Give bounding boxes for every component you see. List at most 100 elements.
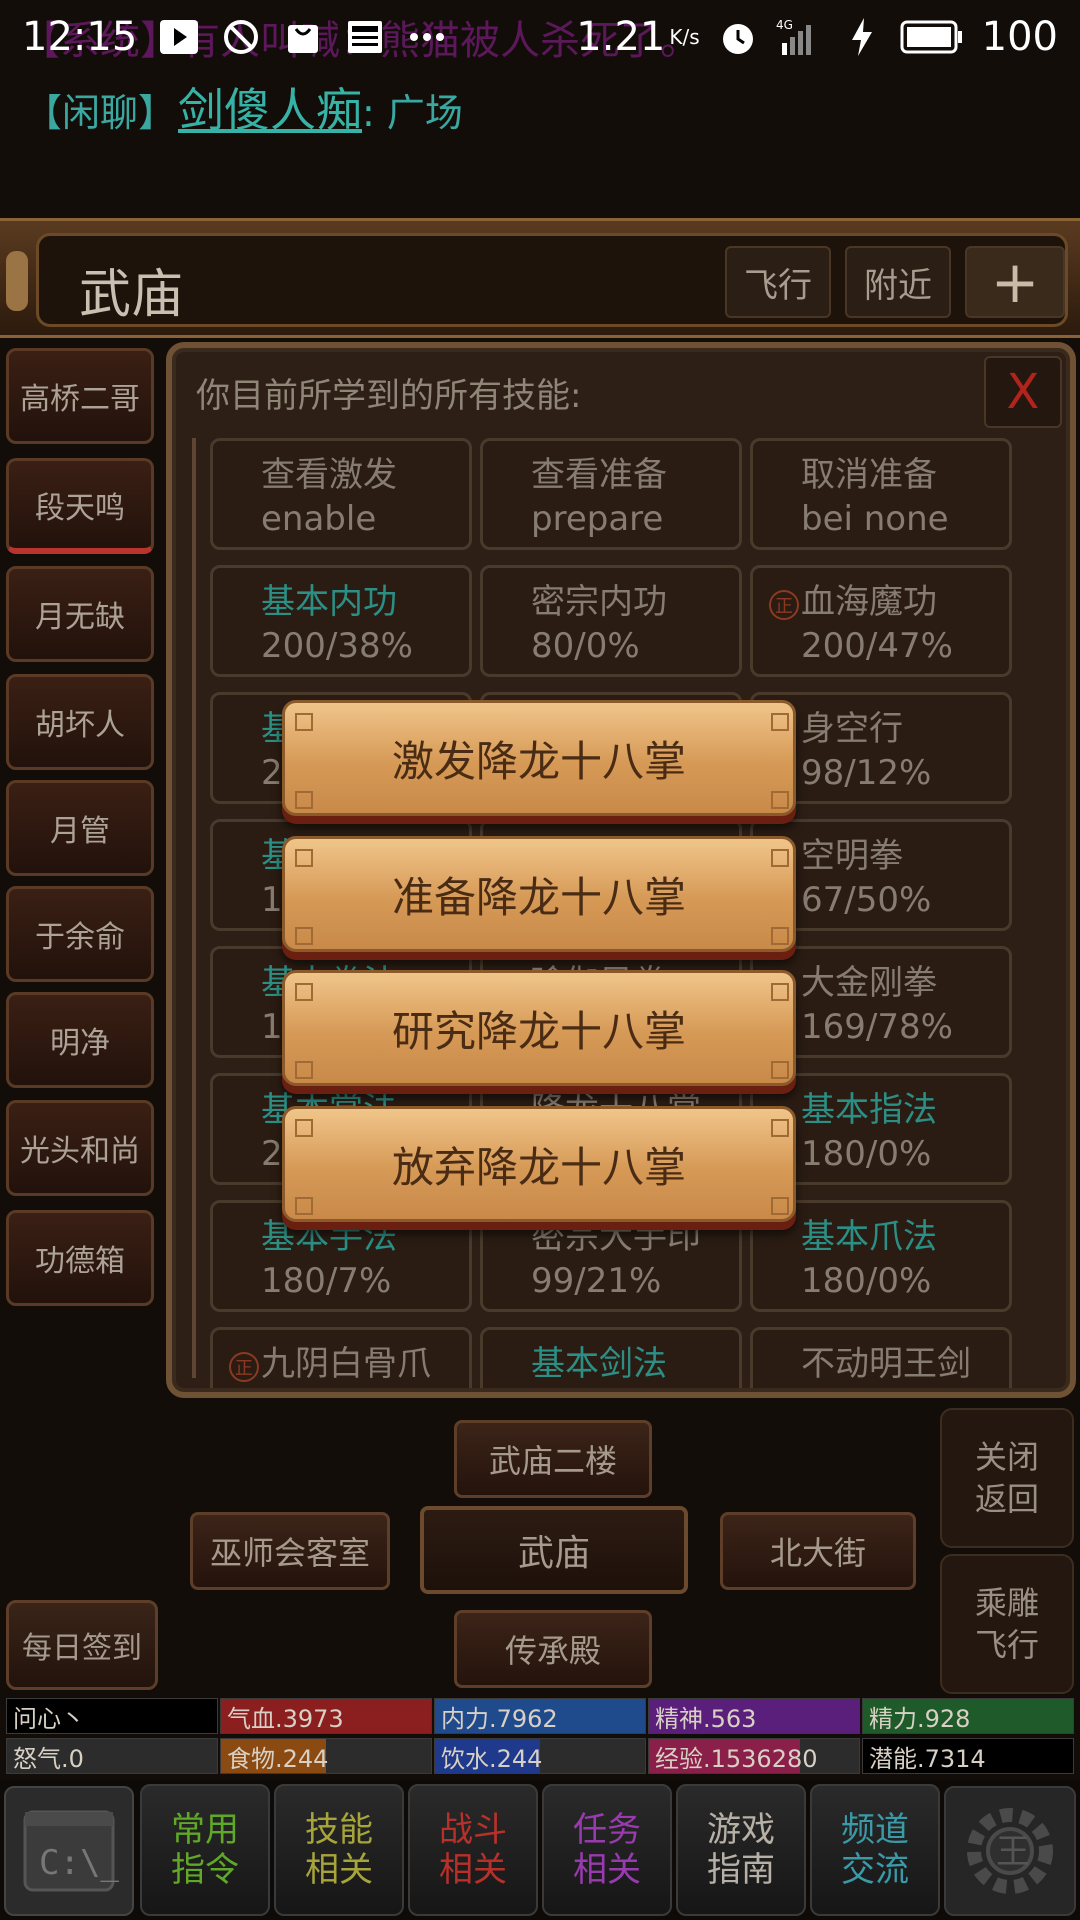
corner-ornament — [771, 791, 789, 809]
stat-bar: 经验.1536280 — [648, 1738, 860, 1774]
stat-bar: 食物.244 — [220, 1738, 432, 1774]
skill-name: 大金刚拳 — [801, 963, 937, 1003]
corner-ornament — [771, 983, 789, 1001]
skill-command-cell[interactable]: 查看准备 prepare — [480, 438, 742, 550]
terminal-icon[interactable]: C:\_ — [4, 1786, 134, 1916]
skill-cell[interactable]: 基本剑法 — [480, 1327, 742, 1388]
skill-name: 密宗内功 — [531, 582, 667, 622]
skill-action-button[interactable]: 准备降龙十八掌 — [282, 836, 796, 952]
news-icon — [345, 17, 385, 57]
skill-level: 180/7% — [261, 1261, 392, 1301]
npc-button[interactable]: 明净 — [6, 992, 154, 1088]
block-icon — [221, 17, 261, 57]
settings-gear-icon[interactable]: 王 — [944, 1786, 1076, 1916]
ride-fly-button[interactable]: 乘雕 飞行 — [940, 1554, 1074, 1694]
stat-label: 饮水.244 — [441, 1744, 543, 1773]
skill-action-label: 激发降龙十八掌 — [391, 736, 686, 786]
exit-east-button[interactable]: 北大街 — [720, 1512, 916, 1590]
chat-player-link[interactable]: 剑傻人痴 — [178, 74, 362, 140]
add-button[interactable]: + — [965, 246, 1065, 318]
corner-ornament — [295, 1119, 313, 1137]
skill-action-button[interactable]: 研究降龙十八掌 — [282, 970, 796, 1086]
skill-cell[interactable]: 正九阴白骨爪 — [210, 1327, 472, 1388]
npc-button[interactable]: 光头和尚 — [6, 1100, 154, 1196]
daily-sign-button[interactable]: 每日签到 — [6, 1600, 158, 1690]
scroll-indicator — [192, 438, 196, 1378]
close-return-button[interactable]: 关闭 返回 — [940, 1408, 1074, 1548]
close-button[interactable]: X — [984, 356, 1062, 428]
skill-name: 查看激发 — [261, 455, 397, 495]
stat-label: 食物.244 — [227, 1744, 329, 1773]
menu-tab[interactable]: 技能 相关 — [274, 1784, 404, 1916]
menu-tab[interactable]: 常用 指令 — [140, 1784, 270, 1916]
skill-name: 不动明王剑 — [801, 1344, 971, 1384]
stat-label: 内力.7962 — [441, 1704, 558, 1733]
svg-text:王: 王 — [996, 1832, 1030, 1872]
skill-name: 九阴白骨爪 — [261, 1344, 431, 1384]
skill-cell[interactable]: 正血海魔功 200/47% — [750, 565, 1012, 677]
signal-icon: 4G — [776, 17, 824, 57]
skill-level: 99/21% — [531, 1261, 662, 1301]
chat-line: 【闲聊】 剑傻人痴 : 广场 — [24, 74, 463, 140]
menu-tab[interactable]: 游戏 指南 — [676, 1784, 806, 1916]
npc-button[interactable]: 段天鸣 — [6, 458, 154, 554]
menu-tab[interactable]: 任务 相关 — [542, 1784, 672, 1916]
skill-command: bei none — [801, 499, 949, 539]
corner-ornament — [295, 927, 313, 945]
zheng-badge-icon: 正 — [769, 590, 799, 620]
stat-bar: 精神.563 — [648, 1698, 860, 1734]
npc-button[interactable]: 月管 — [6, 780, 154, 876]
more-icon — [407, 17, 447, 57]
current-room-button[interactable]: 武庙 — [420, 1506, 688, 1594]
bag-icon — [283, 17, 323, 57]
skill-cell[interactable]: 不动明王剑 — [750, 1327, 1012, 1388]
npc-button[interactable]: 胡坏人 — [6, 674, 154, 770]
menu-tab[interactable]: 战斗 相关 — [408, 1784, 538, 1916]
skill-name: 取消准备 — [801, 455, 937, 495]
svg-text:C:\_: C:\_ — [39, 1843, 119, 1883]
skill-level: 80/0% — [531, 626, 640, 666]
svg-text:4G: 4G — [776, 18, 793, 32]
corner-ornament — [771, 1197, 789, 1215]
exit-west-button[interactable]: 巫师会客室 — [190, 1512, 390, 1590]
charging-icon — [842, 17, 882, 57]
stat-bar: 潜能.7314 — [862, 1738, 1074, 1774]
skill-level: 67/50% — [801, 880, 932, 920]
npc-button[interactable]: 月无缺 — [6, 566, 154, 662]
network-speed: 1.21 — [576, 14, 666, 60]
skill-cell[interactable]: 密宗内功 80/0% — [480, 565, 742, 677]
panel-title: 你目前所学到的所有技能: — [196, 376, 582, 416]
npc-button[interactable]: 功德箱 — [6, 1210, 154, 1306]
exit-south-button[interactable]: 传承殿 — [454, 1610, 652, 1688]
skill-action-button[interactable]: 激发降龙十八掌 — [282, 700, 796, 816]
npc-button[interactable]: 于余俞 — [6, 886, 154, 982]
stat-label: 怒气.0 — [13, 1744, 84, 1773]
corner-ornament — [771, 927, 789, 945]
stat-bar: 气血.3973 — [220, 1698, 432, 1734]
corner-ornament — [295, 983, 313, 1001]
skill-command-cell[interactable]: 取消准备 bei none — [750, 438, 1012, 550]
stat-bar: 内力.7962 — [434, 1698, 646, 1734]
location-bar: 武庙 飞行 附近 + — [0, 218, 1080, 338]
skill-name: 基本指法 — [801, 1090, 937, 1130]
skill-command-cell[interactable]: 查看激发 enable — [210, 438, 472, 550]
stat-label: 精神.563 — [655, 1704, 757, 1733]
menu-tab[interactable]: 频道 交流 — [810, 1784, 940, 1916]
skill-level: 200/47% — [801, 626, 953, 666]
skill-action-button[interactable]: 放弃降龙十八掌 — [282, 1106, 796, 1222]
corner-ornament — [771, 849, 789, 867]
corner-ornament — [295, 1061, 313, 1079]
exit-north-button[interactable]: 武庙二楼 — [454, 1420, 652, 1498]
skill-level: 200/38% — [261, 626, 413, 666]
skill-action-label: 研究降龙十八掌 — [391, 1006, 686, 1056]
bottom-menu: C:\_ 常用 指令 技能 相关 战斗 相关 任务 相关 游戏 指南 频道 交流 王 — [0, 1780, 1080, 1920]
fly-button[interactable]: 飞行 — [725, 246, 831, 318]
npc-button[interactable]: 高桥二哥 — [6, 348, 154, 444]
skill-name: 空明拳 — [801, 836, 903, 876]
nearby-button[interactable]: 附近 — [845, 246, 951, 318]
stat-label: 问心丶 — [13, 1704, 85, 1733]
zheng-badge-icon: 正 — [229, 1352, 259, 1382]
alarm-icon — [718, 17, 758, 57]
corner-ornament — [295, 1197, 313, 1215]
skill-cell[interactable]: 基本内功 200/38% — [210, 565, 472, 677]
